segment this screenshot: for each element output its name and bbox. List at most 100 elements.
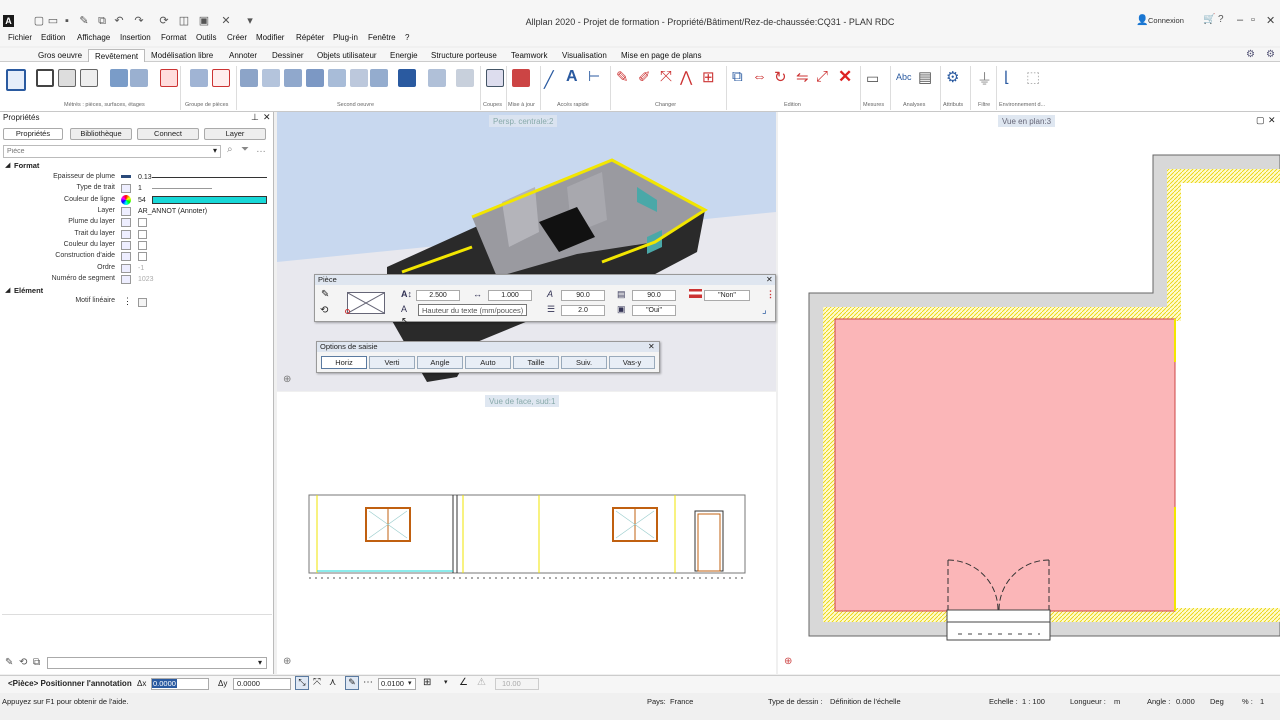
hatch-icon[interactable] <box>350 69 368 87</box>
join-icon[interactable]: ⊞ <box>702 68 715 86</box>
point-snap-icon[interactable]: ⤧ <box>313 677 321 688</box>
room-group-icon[interactable] <box>110 69 128 87</box>
type-value[interactable]: Définition de l'échelle <box>830 697 901 706</box>
checkbox[interactable] <box>138 218 147 227</box>
wall-finish-icon[interactable] <box>284 69 302 87</box>
customize-icon[interactable]: ▾ <box>244 15 256 27</box>
stretch-icon[interactable]: ⤢ <box>816 68 828 85</box>
option-suiv-button[interactable]: Suiv. <box>561 356 607 369</box>
text-ratio-field[interactable]: 1.000 <box>488 290 532 301</box>
view-icon[interactable]: ◫ <box>178 15 190 27</box>
room-group2-icon[interactable] <box>130 69 148 87</box>
new-file-icon[interactable]: ▢ <box>33 15 45 27</box>
chevron-down-icon[interactable]: ▾ <box>444 678 448 686</box>
menu-plugin[interactable]: Plug-in <box>333 33 358 42</box>
environment2-icon[interactable]: ⬚ <box>1026 68 1040 86</box>
angle-unit[interactable]: Deg <box>1210 697 1224 706</box>
close-button[interactable]: ✕ <box>1266 14 1275 27</box>
copy-icon[interactable]: ⧉ <box>96 15 108 27</box>
object-filter-input[interactable] <box>3 145 221 158</box>
allplan-logo-icon[interactable]: A <box>3 15 14 27</box>
environment-icon[interactable]: ⌊ <box>1004 68 1010 86</box>
pen-snap-icon[interactable]: ✎ <box>345 676 359 690</box>
tab-visualisation[interactable]: Visualisation <box>556 49 613 63</box>
undo-icon[interactable]: ↶ <box>113 15 125 27</box>
tab-mise-en-page[interactable]: Mise en page de plans <box>615 49 708 63</box>
search-icon[interactable]: ⌕ <box>227 144 233 155</box>
line-icon[interactable]: ╱ <box>544 70 554 90</box>
redo-icon[interactable]: ↷ <box>133 15 145 27</box>
text-height-field[interactable]: 2.500 <box>416 290 460 301</box>
edit-props-icon[interactable]: ✎ <box>5 657 13 668</box>
pick-props-icon[interactable]: ⟲ <box>19 657 27 668</box>
modify-line-icon[interactable]: ✐ <box>638 68 651 86</box>
option-auto-button[interactable]: Auto <box>465 356 511 369</box>
polyline-icon[interactable]: ⋀ <box>680 68 692 86</box>
tab-modelisation-libre[interactable]: Modélisation libre <box>145 49 219 63</box>
tab-connect[interactable]: Connect <box>137 128 199 140</box>
maximize-view-icon[interactable]: ▢ <box>1256 115 1265 126</box>
dimension-icon[interactable]: ⊢ <box>588 68 600 85</box>
ortho-icon[interactable]: ⊞ <box>423 677 431 688</box>
move-icon[interactable]: ⇔ <box>752 68 767 85</box>
help-icon[interactable]: ? <box>1218 14 1224 25</box>
frame-field[interactable]: "Oui" <box>632 305 676 316</box>
tools-icon[interactable]: ✕ <box>220 15 232 27</box>
crosshair-icon[interactable]: ⊕ <box>784 656 792 667</box>
menu-repeter[interactable]: Répéter <box>296 33 324 42</box>
tab-structure-porteuse[interactable]: Structure porteuse <box>425 49 503 63</box>
edit-icon[interactable]: ✎ <box>78 15 90 27</box>
longueur-value[interactable]: m <box>1114 697 1120 706</box>
plan-view[interactable] <box>778 112 1280 674</box>
pin-icon[interactable]: ⊥ <box>251 112 259 123</box>
baseboard-icon[interactable] <box>306 69 324 87</box>
measure-distance-icon[interactable]: ▭ <box>866 70 879 87</box>
crosshair-icon[interactable]: ⊕ <box>283 656 291 667</box>
chevron-down-icon[interactable]: ▾ <box>408 679 412 687</box>
text-preview-box[interactable] <box>347 292 385 314</box>
split-icon[interactable]: ⤧ <box>660 68 672 85</box>
menu-insertion[interactable]: Insertion <box>120 33 151 42</box>
corner-icon[interactable]: ⌟ <box>762 305 767 316</box>
percent-value[interactable]: 1 <box>1260 697 1264 706</box>
prop-value[interactable]: AR_ANNOT (Annoter) <box>138 208 207 215</box>
line-spacing-field[interactable]: 2.0 <box>561 305 605 316</box>
filter-icon[interactable]: ⏚ <box>977 68 992 89</box>
tab-layer[interactable]: Layer <box>204 128 266 140</box>
minimize-button[interactable]: – <box>1237 14 1243 26</box>
maximize-button[interactable]: ▫ <box>1251 14 1255 26</box>
copy-edit-icon[interactable]: ⧉ <box>732 68 743 85</box>
chevron-down-icon[interactable]: ▾ <box>213 146 217 155</box>
angle-icon[interactable]: ∠ <box>459 677 468 688</box>
tab-teamwork[interactable]: Teamwork <box>505 49 553 63</box>
snap-icon[interactable]: ⤡ <box>295 676 309 690</box>
collapse-icon[interactable]: ◢ <box>5 286 10 294</box>
menu-affichage[interactable]: Affichage <box>77 33 110 42</box>
option-verti-button[interactable]: Verti <box>369 356 415 369</box>
prop-value[interactable]: 54 <box>138 197 146 204</box>
tab-objets-utilisateur[interactable]: Objets utilisateur <box>311 49 383 63</box>
refresh-icon[interactable]: ⟳ <box>158 15 170 27</box>
section-icon[interactable] <box>398 69 416 87</box>
line-color-swatch[interactable] <box>152 196 267 204</box>
track-icon[interactable]: ⋏ <box>329 677 336 688</box>
pipette-icon[interactable]: ✎ <box>321 289 329 300</box>
more-icon[interactable]: … <box>256 144 266 155</box>
checkbox[interactable] <box>138 252 147 261</box>
tab-proprietes[interactable]: Propriétés <box>3 128 63 140</box>
favorites-dropdown[interactable] <box>47 657 267 669</box>
option-horiz-button[interactable]: Horiz <box>321 356 367 369</box>
chevron-down-icon[interactable]: ▾ <box>258 658 262 667</box>
menu-outils[interactable]: Outils <box>196 33 216 42</box>
tab-annoter[interactable]: Annoter <box>223 49 263 63</box>
menu-fenetre[interactable]: Fenêtre <box>368 33 396 42</box>
crosshair-icon[interactable]: ⊕ <box>283 374 291 385</box>
option-taille-button[interactable]: Taille <box>513 356 559 369</box>
echelle-value[interactable]: 1 : 100 <box>1022 697 1045 706</box>
dialog-close-icon[interactable]: ✕ <box>648 342 655 351</box>
spelling-icon[interactable]: Abc <box>896 72 912 82</box>
transfer-icon[interactable]: ⟲ <box>320 305 328 316</box>
menu-edition[interactable]: Edition <box>41 33 65 42</box>
underline-field[interactable]: "Non" <box>704 290 750 301</box>
front-view[interactable] <box>277 392 776 674</box>
